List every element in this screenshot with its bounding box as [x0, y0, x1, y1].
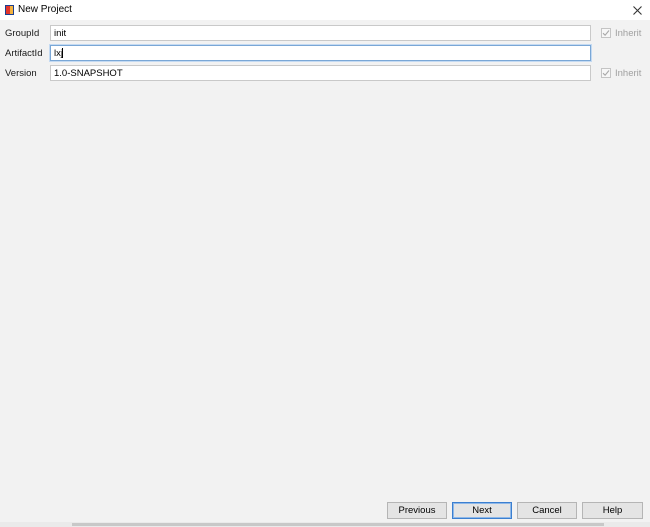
groupid-inherit-label: Inherit	[615, 27, 642, 39]
artifactid-input[interactable]	[50, 45, 591, 61]
version-inherit-checkbox[interactable]: Inherit	[601, 67, 641, 79]
groupid-inherit-checkbox[interactable]: Inherit	[601, 27, 641, 39]
next-button[interactable]: Next	[452, 502, 512, 519]
window-title: New Project	[18, 4, 72, 15]
version-row: Version Inherit	[0, 65, 650, 82]
artifactid-label: ArtifactId	[5, 48, 43, 59]
close-button[interactable]	[630, 3, 644, 17]
previous-button[interactable]: Previous	[387, 502, 447, 519]
new-project-dialog: New Project GroupId Inherit ArtifactId V…	[0, 0, 650, 527]
checkmark-icon	[602, 30, 610, 37]
version-label: Version	[5, 68, 37, 79]
app-icon	[5, 5, 14, 15]
artifactid-row: ArtifactId	[0, 45, 650, 62]
text-caret	[62, 48, 63, 58]
checkbox-box	[601, 68, 611, 78]
horizontal-scrollbar[interactable]	[0, 522, 650, 527]
close-icon	[632, 5, 642, 15]
groupid-input[interactable]	[50, 25, 591, 41]
version-input[interactable]	[50, 65, 591, 81]
version-inherit-label: Inherit	[615, 67, 642, 79]
checkbox-box	[601, 28, 611, 38]
title-bar: New Project	[0, 0, 650, 20]
groupid-row: GroupId Inherit	[0, 25, 650, 42]
help-button[interactable]: Help	[582, 502, 643, 519]
cancel-button[interactable]: Cancel	[517, 502, 577, 519]
groupid-label: GroupId	[5, 28, 40, 39]
checkmark-icon	[602, 70, 610, 77]
scrollbar-thumb[interactable]	[72, 523, 604, 526]
